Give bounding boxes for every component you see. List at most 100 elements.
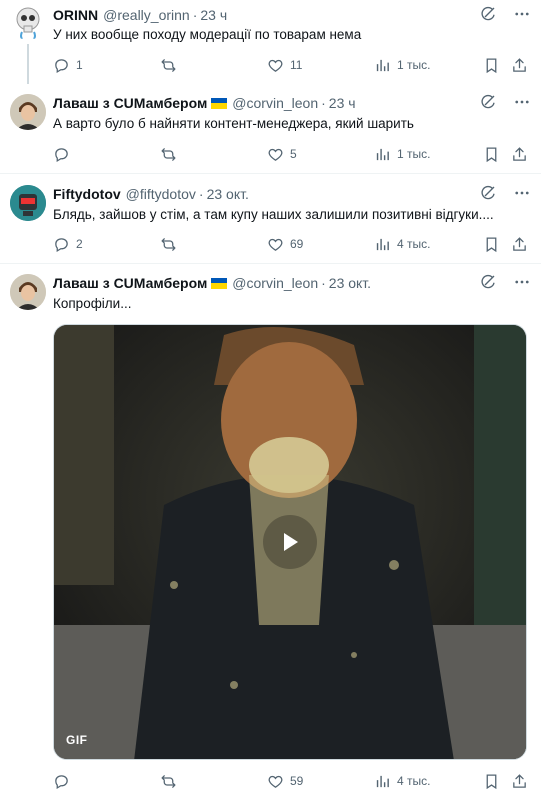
separator-dot: · bbox=[198, 186, 204, 202]
avatar[interactable] bbox=[10, 185, 46, 221]
retweet-button[interactable] bbox=[160, 234, 177, 254]
tweet-text: У них вообще походу модерації по товарам… bbox=[53, 27, 362, 42]
ukraine-flag-icon bbox=[211, 277, 228, 289]
grok-icon[interactable] bbox=[479, 93, 497, 111]
header-icons bbox=[479, 5, 531, 23]
reply-icon bbox=[53, 57, 70, 74]
author-name[interactable]: Лаваш з СUМамбером bbox=[53, 275, 207, 291]
avatar[interactable] bbox=[10, 274, 46, 310]
like-icon bbox=[267, 236, 284, 253]
views-count: 1 тыс. bbox=[397, 58, 431, 72]
tweet-header: Лаваш з СUМамбером @corvin_leon · 23 ч bbox=[53, 93, 531, 113]
timestamp[interactable]: 23 окт. bbox=[329, 275, 371, 291]
like-icon bbox=[267, 773, 284, 790]
views-count: 4 тыс. bbox=[397, 774, 431, 788]
share-button[interactable] bbox=[511, 144, 528, 164]
reply-count: 2 bbox=[76, 237, 83, 251]
author-name[interactable]: Fiftydotov bbox=[53, 186, 121, 202]
author-handle[interactable]: @really_orinn bbox=[103, 7, 190, 23]
grok-icon[interactable] bbox=[479, 273, 497, 291]
views-icon bbox=[374, 57, 391, 74]
share-button[interactable] bbox=[511, 771, 528, 791]
person-avatar-icon bbox=[10, 94, 46, 130]
reply-icon bbox=[53, 146, 70, 163]
gif-media[interactable]: GIF bbox=[53, 324, 527, 760]
ukraine-flag-icon bbox=[211, 97, 228, 109]
header-icons bbox=[479, 93, 531, 111]
bookmark-button[interactable] bbox=[483, 144, 500, 164]
action-bar: 59 4 тыс. bbox=[53, 771, 531, 791]
bookmark-button[interactable] bbox=[483, 55, 500, 75]
tweet-1[interactable]: ORINN @really_orinn · 23 ч У них вообще … bbox=[0, 0, 541, 84]
retweet-button[interactable] bbox=[160, 771, 177, 791]
more-icon[interactable] bbox=[513, 273, 531, 291]
share-icon bbox=[511, 146, 528, 163]
views-count: 1 тыс. bbox=[397, 147, 431, 161]
avatar[interactable] bbox=[10, 4, 46, 40]
like-button[interactable]: 59 bbox=[267, 771, 303, 791]
separator-dot: · bbox=[321, 95, 326, 111]
header-icons bbox=[479, 184, 531, 202]
views-icon bbox=[374, 236, 391, 253]
like-count: 59 bbox=[290, 774, 304, 788]
share-button[interactable] bbox=[511, 234, 528, 254]
retweet-icon bbox=[160, 146, 177, 163]
action-bar: 1 11 1 тыс. bbox=[53, 55, 531, 75]
reply-icon bbox=[53, 773, 70, 790]
like-icon bbox=[267, 146, 284, 163]
gif-badge: GIF bbox=[66, 733, 88, 747]
tweet-header: ORINN @really_orinn · 23 ч bbox=[53, 5, 531, 25]
bookmark-icon bbox=[483, 146, 500, 163]
reply-button[interactable] bbox=[53, 144, 70, 164]
like-count: 11 bbox=[290, 58, 303, 72]
tweet-text: А варто було б найняти контент-менеджера… bbox=[53, 116, 414, 131]
bookmark-icon bbox=[483, 236, 500, 253]
author-handle[interactable]: @corvin_leon bbox=[232, 275, 318, 291]
bookmark-button[interactable] bbox=[483, 234, 500, 254]
bookmark-button[interactable] bbox=[483, 771, 500, 791]
views-button[interactable]: 1 тыс. bbox=[374, 144, 430, 164]
more-icon[interactable] bbox=[513, 5, 531, 23]
author-handle[interactable]: @fiftydotov bbox=[126, 186, 196, 202]
share-icon bbox=[511, 236, 528, 253]
robot-avatar-icon bbox=[10, 185, 46, 221]
more-icon[interactable] bbox=[513, 184, 531, 202]
tweet-header: Лаваш з СUМамбером @corvin_leon · 23 окт… bbox=[53, 273, 531, 293]
views-icon bbox=[374, 146, 391, 163]
like-button[interactable]: 69 bbox=[267, 234, 303, 254]
retweet-icon bbox=[160, 773, 177, 790]
like-button[interactable]: 11 bbox=[267, 55, 302, 75]
views-button[interactable]: 4 тыс. bbox=[374, 234, 430, 254]
grok-icon[interactable] bbox=[479, 184, 497, 202]
timestamp[interactable]: 23 окт. bbox=[207, 186, 249, 202]
reply-button[interactable] bbox=[53, 771, 70, 791]
like-count: 69 bbox=[290, 237, 304, 251]
share-icon bbox=[511, 773, 528, 790]
tweet-3[interactable]: Fiftydotov @fiftydotov · 23 окт. Блядь, … bbox=[0, 174, 541, 263]
play-icon bbox=[284, 533, 298, 551]
skull-avatar-icon bbox=[16, 7, 40, 40]
views-button[interactable]: 1 тыс. bbox=[374, 55, 430, 75]
reply-button[interactable]: 1 bbox=[53, 55, 83, 75]
more-icon[interactable] bbox=[513, 93, 531, 111]
views-icon bbox=[374, 773, 391, 790]
retweet-button[interactable] bbox=[160, 144, 177, 164]
retweet-button[interactable] bbox=[160, 55, 177, 75]
timestamp[interactable]: 23 ч bbox=[329, 95, 356, 111]
play-button[interactable] bbox=[263, 515, 317, 569]
tweet-header: Fiftydotov @fiftydotov · 23 окт. bbox=[53, 184, 531, 204]
reply-icon bbox=[53, 236, 70, 253]
separator-dot: · bbox=[321, 275, 326, 291]
like-button[interactable]: 5 bbox=[267, 144, 297, 164]
views-button[interactable]: 4 тыс. bbox=[374, 771, 430, 791]
tweet-2[interactable]: Лаваш з СUМамбером @corvin_leon · 23 ч А… bbox=[0, 84, 541, 173]
author-handle[interactable]: @corvin_leon bbox=[232, 95, 318, 111]
avatar[interactable] bbox=[10, 94, 46, 130]
author-name[interactable]: Лаваш з СUМамбером bbox=[53, 95, 207, 111]
reply-button[interactable]: 2 bbox=[53, 234, 83, 254]
author-name[interactable]: ORINN bbox=[53, 7, 98, 23]
tweet-text: Блядь, зайшов у стім, а там купу наших з… bbox=[53, 207, 494, 222]
share-button[interactable] bbox=[511, 55, 528, 75]
grok-icon[interactable] bbox=[479, 5, 497, 23]
timestamp[interactable]: 23 ч bbox=[200, 7, 227, 23]
